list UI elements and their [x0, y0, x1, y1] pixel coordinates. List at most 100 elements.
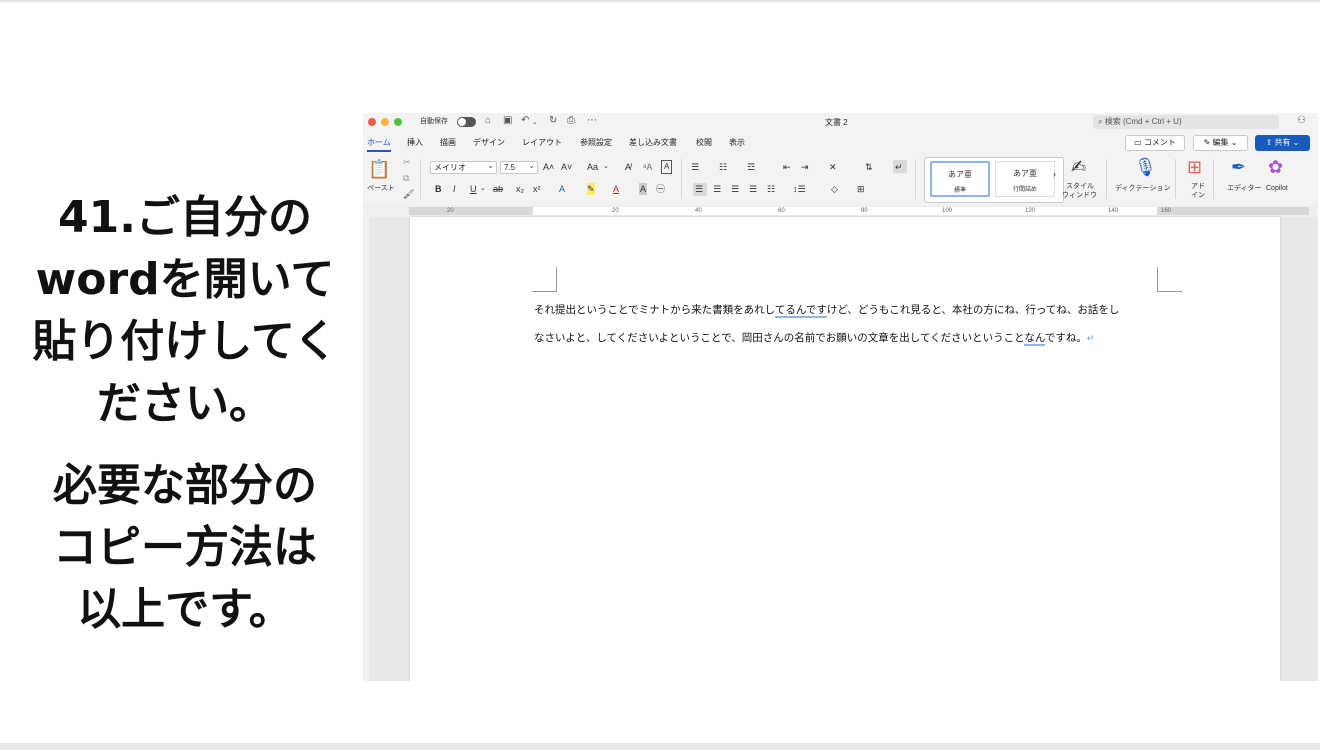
print-icon[interactable]: ⎙ [567, 115, 575, 127]
editor-icon[interactable]: ✒ [1231, 157, 1246, 177]
line-spacing-icon[interactable]: ↕☰ [793, 183, 806, 195]
share-button[interactable]: ⇪ 共有 ⌄ [1255, 135, 1310, 151]
tab-view[interactable]: 表示 [729, 137, 745, 148]
slide-top-border [0, 0, 1320, 2]
highlight-icon[interactable]: ✎ [587, 183, 595, 195]
shrink-font-icon[interactable]: A˅ [561, 161, 572, 173]
phonetic-guide-icon[interactable]: ᵃA [643, 161, 652, 173]
style-normal[interactable]: あア亜 標準 [930, 161, 990, 197]
document-page[interactable]: それ提出ということでミナトから来た書類をあれしてるんですけど、どうもこれ見ると、… [410, 217, 1280, 681]
font-size-select[interactable]: 7.5 [500, 160, 538, 174]
tab-mailings[interactable]: 差し込み文書 [629, 137, 677, 148]
copy-icon[interactable]: ⧉ [403, 172, 409, 184]
ribbon-separator [1175, 159, 1176, 199]
tab-review[interactable]: 校閲 [696, 137, 712, 148]
grow-font-icon[interactable]: A˄ [543, 161, 554, 173]
chevron-down-icon: ⌄ [1292, 138, 1300, 147]
editing-mode-button[interactable]: ✎ 編集 ⌄ [1193, 135, 1248, 151]
home-icon[interactable]: ⌂ [485, 115, 491, 127]
ruler-tick-label: 160 [1161, 208, 1172, 214]
chevron-down-icon: ⌄ [1230, 138, 1238, 147]
ruler-left-margin [409, 207, 533, 215]
redo-icon[interactable]: ↻ [549, 115, 557, 127]
document-canvas-right [1280, 217, 1318, 681]
chevron-down-icon[interactable]: ⌄ [603, 161, 609, 173]
underline-icon[interactable]: U [470, 183, 477, 195]
styles-pane-icon[interactable]: ✍ [1071, 157, 1086, 177]
tab-layout[interactable]: レイアウト [522, 137, 562, 148]
undo-icon[interactable]: ↶ [521, 115, 529, 127]
bold-icon[interactable]: B [435, 183, 442, 195]
instruction-line: コピー方法は [53, 522, 317, 573]
paragraph-mark-icon: ↵ [895, 162, 903, 172]
add-ins-icon[interactable]: ⊞ [1187, 157, 1202, 177]
ruler-right-margin [1157, 207, 1309, 215]
autosave-toggle[interactable] [457, 117, 476, 127]
subscript-icon[interactable]: x₂ [516, 183, 524, 195]
ribbon-separator [420, 159, 421, 199]
superscript-icon[interactable]: x² [533, 183, 541, 195]
change-case-button[interactable]: Aa [587, 161, 598, 173]
italic-icon[interactable]: I [453, 183, 456, 195]
minimize-window-button[interactable] [381, 118, 389, 126]
tab-insert[interactable]: 挿入 [407, 137, 423, 148]
proofing-underline[interactable]: てるんです [774, 304, 827, 318]
chevron-down-icon[interactable]: ⌄ [532, 117, 538, 129]
instruction-line: 貼り付けしてく [32, 316, 338, 367]
document-title: 文書 2 [825, 118, 848, 127]
tab-draw[interactable]: 描画 [440, 137, 456, 148]
increase-indent-icon[interactable]: ⇥ [801, 161, 809, 173]
comment-button-label: コメント [1143, 138, 1176, 147]
align-left-icon: ☰ [695, 184, 704, 194]
crop-mark-top-right [1157, 267, 1182, 292]
character-shading-icon[interactable]: A [639, 183, 648, 195]
search-input[interactable]: ⌕ 検索 (Cmd + Ctrl + U) [1093, 115, 1279, 129]
styles-gallery: あア亜 標準 あア亜 行間詰め [924, 157, 1064, 203]
font-color-icon[interactable]: A [613, 183, 619, 195]
shading-icon[interactable]: ◇ [831, 183, 838, 195]
more-icon[interactable]: ⋯ [587, 115, 597, 127]
tab-references[interactable]: 参照設定 [580, 137, 612, 148]
distributed-icon[interactable]: ☷ [767, 183, 775, 195]
microphone-icon[interactable]: 🎙 [1134, 157, 1157, 177]
justify-icon[interactable]: ☰ [749, 183, 757, 195]
enclose-characters-icon[interactable]: ㊀ [656, 183, 665, 195]
ruler-tick-label: 100 [942, 208, 953, 214]
save-icon[interactable]: ▣ [503, 115, 512, 127]
sort-icon[interactable]: ⇅ [865, 161, 873, 173]
decrease-indent-icon[interactable]: ⇤ [783, 161, 791, 173]
copilot-icon[interactable]: ✿ [1268, 157, 1283, 177]
editor-label: エディター [1227, 185, 1262, 192]
bullets-icon[interactable]: ☰ [691, 161, 699, 173]
proofing-underline[interactable]: なん [1024, 332, 1045, 346]
document-body[interactable]: それ提出ということでミナトから来た書類をあれしてるんですけど、どうもこれ見ると、… [534, 296, 1159, 352]
align-right-icon[interactable]: ☰ [731, 183, 739, 195]
asian-layout-icon[interactable]: ✕ [829, 161, 837, 173]
chevron-right-icon[interactable]: › [1053, 169, 1056, 179]
cut-icon[interactable]: ✂ [403, 156, 411, 168]
tab-home[interactable]: ホーム [367, 137, 391, 148]
clear-formatting-icon[interactable]: A̸ [625, 161, 631, 173]
paste-icon[interactable]: 📋 [368, 159, 390, 179]
align-center-icon[interactable]: ☰ [713, 183, 721, 195]
strikethrough-icon[interactable]: ab [493, 183, 503, 195]
format-painter-icon[interactable]: 🖌 [403, 188, 414, 200]
chevron-down-icon[interactable]: ⌄ [480, 183, 486, 195]
tab-design[interactable]: デザイン [473, 137, 505, 148]
style-no-spacing[interactable]: あア亜 行間詰め [995, 161, 1055, 197]
zoom-window-button[interactable] [394, 118, 402, 126]
numbering-icon[interactable]: ☷ [719, 161, 727, 173]
multilevel-list-icon[interactable]: ☲ [747, 161, 755, 173]
slide-bottom-band [0, 743, 1320, 750]
text-run: ですね。 [1044, 332, 1087, 344]
close-window-button[interactable] [368, 118, 376, 126]
word-window-screenshot: 自動保存 ⌂ ▣ ↶ ⌄ ↻ ⎙ ⋯ 文書 2 ⌕ 検索 (Cmd + Ctrl… [363, 113, 1318, 681]
comment-button[interactable]: ▭ コメント [1125, 135, 1185, 151]
crop-mark-top-left [532, 267, 557, 292]
text-effects-icon[interactable]: A [559, 183, 565, 195]
character-border-icon[interactable]: A [661, 160, 673, 174]
font-name-select[interactable]: メイリオ [430, 160, 497, 174]
borders-icon[interactable]: ⊞ [857, 183, 865, 195]
text-run: それ提出ということでミナトから来た書類をあれし [534, 304, 775, 316]
account-icon[interactable]: ⚇ [1297, 115, 1306, 126]
